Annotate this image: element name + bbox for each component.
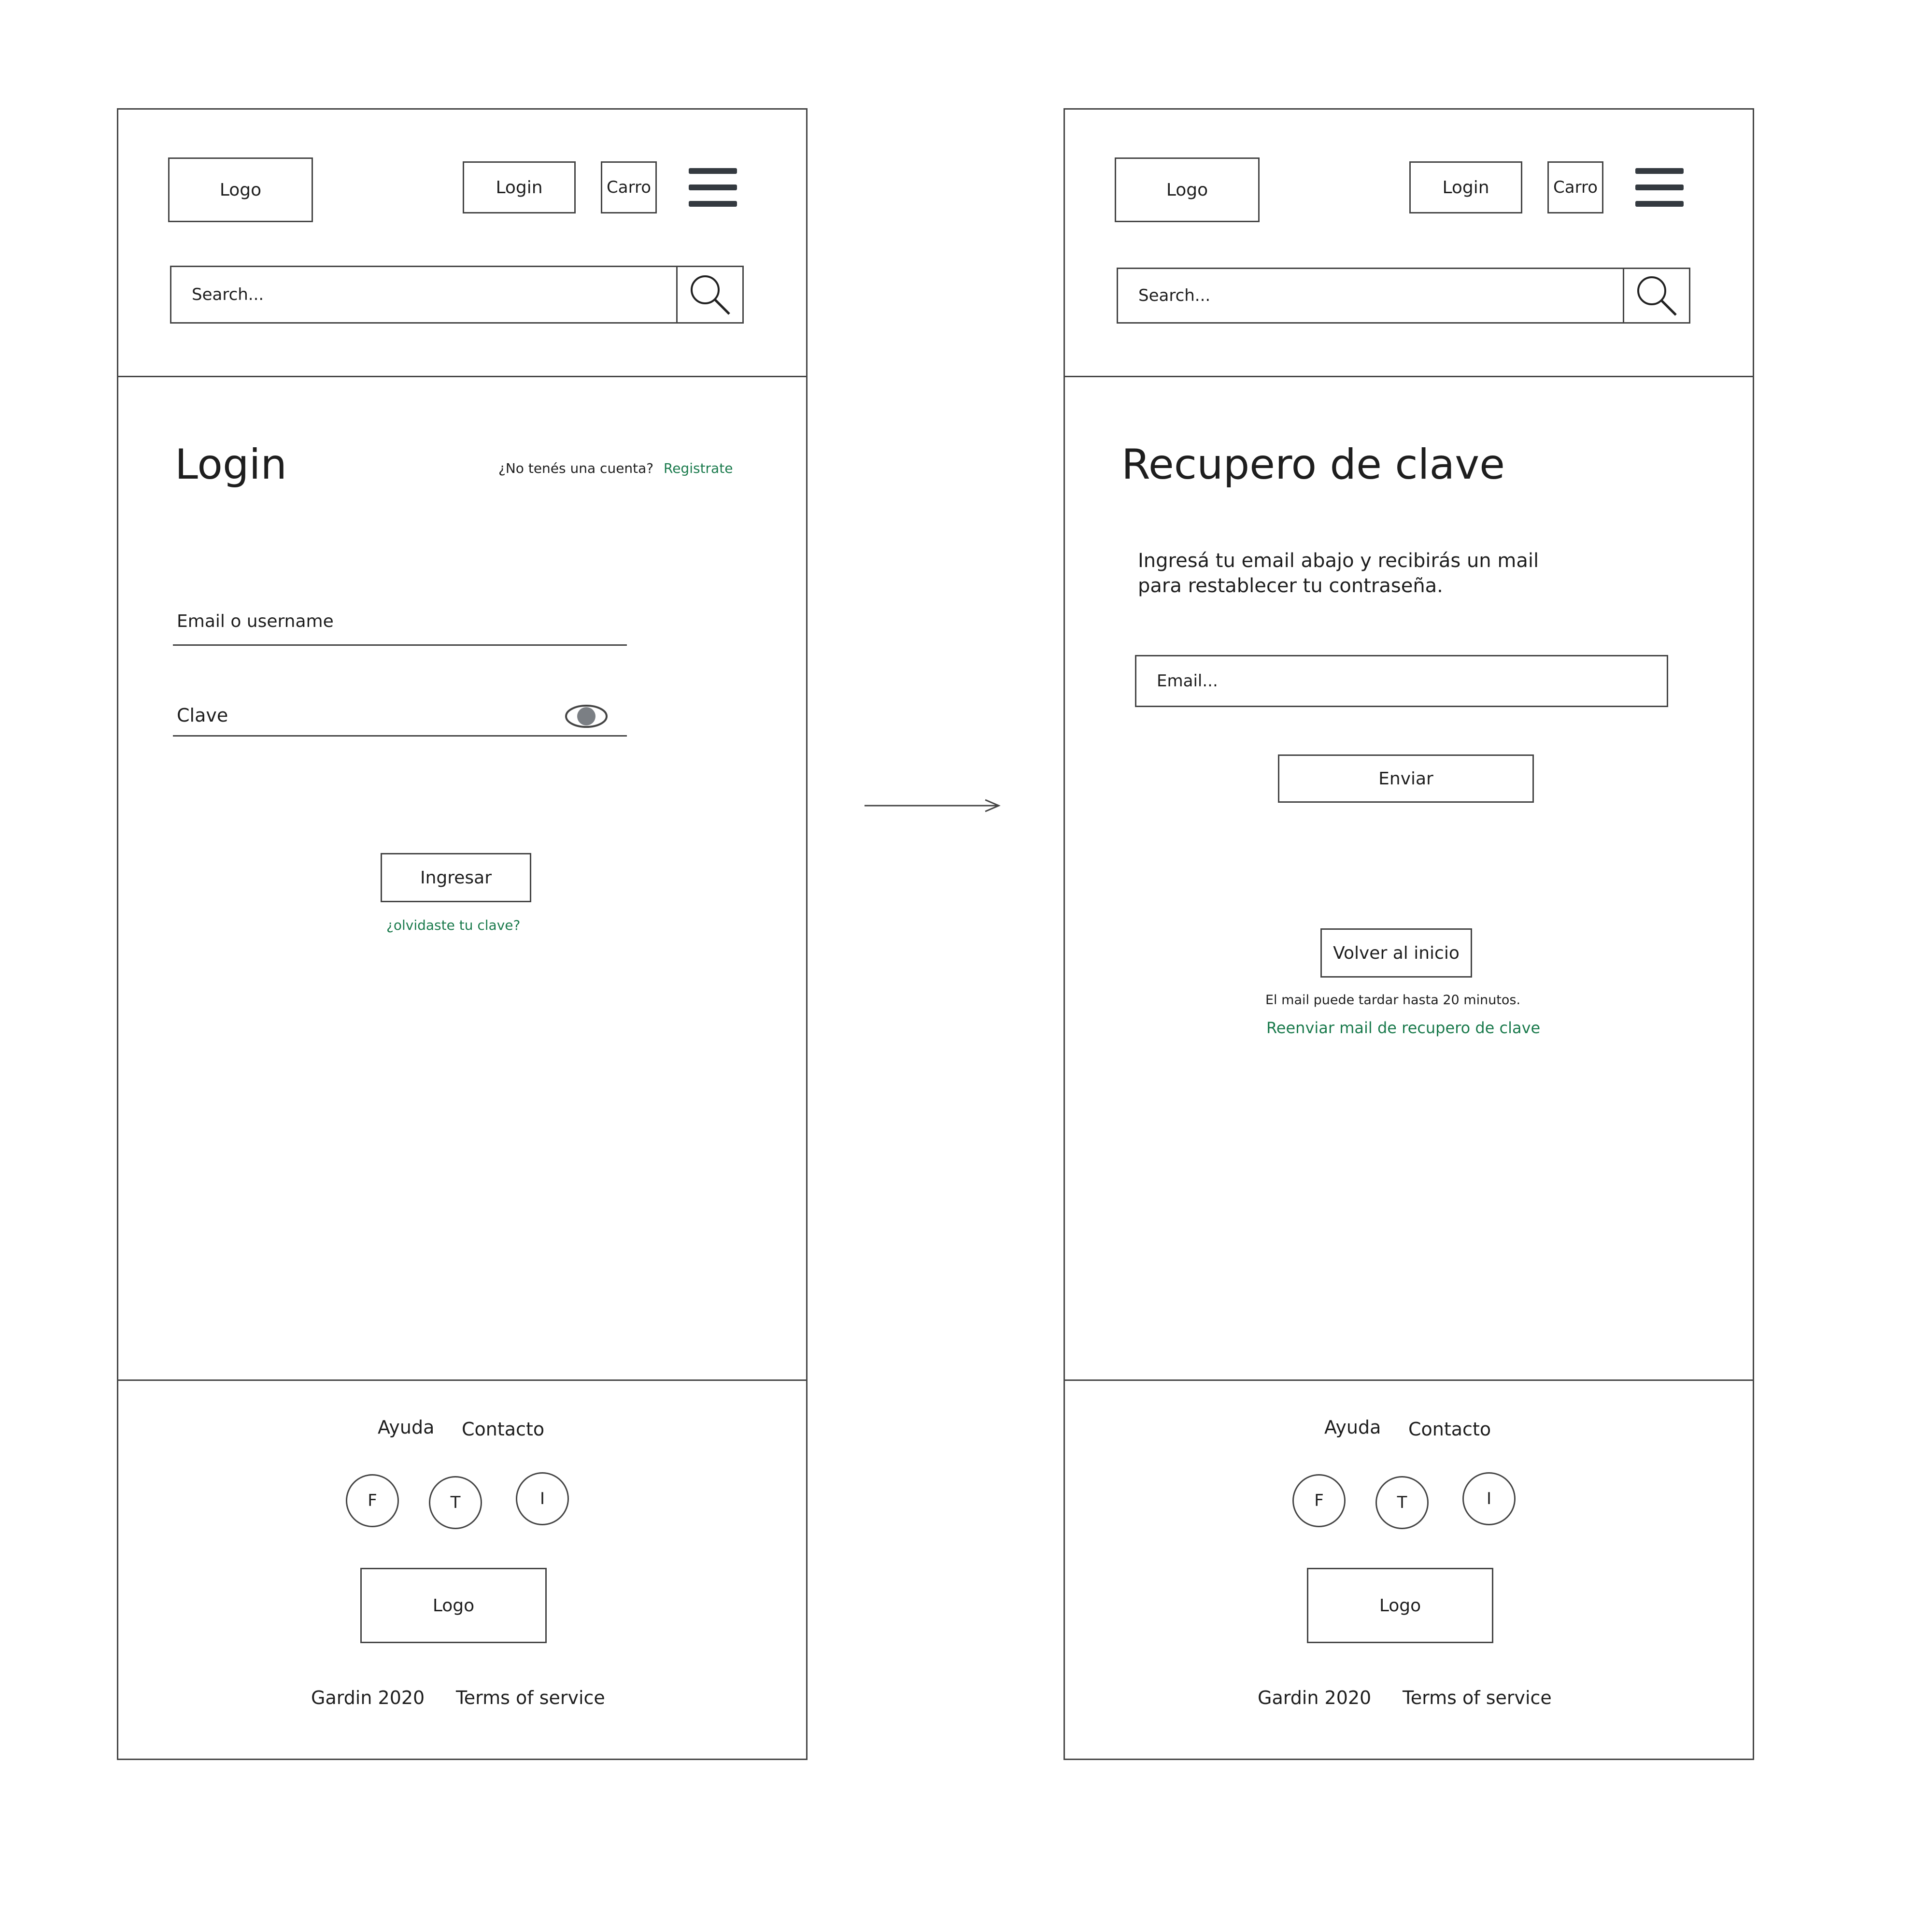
recovery-instruction-line1: Ingresá tu email abajo y recibirás un ma… — [1138, 550, 1539, 572]
footer-divider — [1063, 1379, 1754, 1381]
footer-divider — [117, 1379, 808, 1381]
search-icon — [1637, 276, 1677, 316]
header-logo-label: Logo — [219, 180, 262, 200]
header-login-label: Login — [1442, 177, 1489, 198]
send-button[interactable]: Enviar — [1278, 754, 1534, 803]
footer-help-link[interactable]: Ayuda — [378, 1415, 434, 1439]
twitter-label: T — [450, 1493, 461, 1512]
facebook-label: F — [368, 1491, 377, 1510]
footer-terms-link[interactable]: Terms of service — [456, 1686, 605, 1710]
instagram-icon[interactable]: I — [516, 1472, 569, 1525]
header-cart-label: Carro — [607, 178, 651, 197]
register-link[interactable]: Registrate — [664, 459, 733, 478]
search-button[interactable] — [676, 266, 744, 324]
page-title: Login — [175, 440, 287, 489]
back-home-button[interactable]: Volver al inicio — [1320, 928, 1472, 978]
instagram-label: I — [539, 1489, 545, 1508]
flow-arrow-icon — [865, 799, 1001, 812]
email-field-label: Email o username — [177, 611, 334, 631]
facebook-icon[interactable]: F — [1292, 1474, 1346, 1527]
header-divider — [117, 376, 808, 377]
header-logo-label: Logo — [1166, 180, 1208, 200]
search-input[interactable]: Search... — [1117, 268, 1625, 324]
email-field[interactable] — [173, 644, 627, 646]
send-button-label: Enviar — [1378, 768, 1433, 789]
instagram-icon[interactable]: I — [1462, 1472, 1516, 1525]
footer-help-link[interactable]: Ayuda — [1324, 1415, 1381, 1439]
search-input[interactable]: Search... — [170, 266, 678, 324]
eye-icon[interactable] — [564, 702, 609, 730]
submit-button[interactable]: Ingresar — [381, 853, 531, 902]
recovery-instruction-line2: para restablecer tu contraseña. — [1138, 575, 1443, 597]
password-field[interactable] — [173, 735, 627, 737]
header-logo[interactable]: Logo — [168, 157, 313, 222]
recovery-email-input[interactable]: Email... — [1135, 655, 1668, 707]
back-home-button-label: Volver al inicio — [1333, 943, 1460, 963]
footer-copyright: Gardin 2020 — [1258, 1687, 1372, 1708]
facebook-icon[interactable]: F — [346, 1474, 399, 1527]
hamburger-menu-icon[interactable] — [689, 168, 737, 207]
footer-copyright: Gardin 2020 — [311, 1687, 425, 1708]
recovery-email-placeholder: Email... — [1157, 671, 1218, 691]
header-login-label: Login — [496, 177, 543, 198]
header-logo[interactable]: Logo — [1115, 157, 1260, 222]
resend-link[interactable]: Reenviar mail de recupero de clave — [1266, 1017, 1540, 1038]
forgot-password-link[interactable]: ¿olvidaste tu clave? — [386, 916, 520, 935]
delay-note: El mail puede tardar hasta 20 minutos. — [1265, 993, 1521, 1008]
footer-logo-label: Logo — [1379, 1595, 1421, 1616]
instagram-label: I — [1486, 1489, 1492, 1508]
footer-contact-link[interactable]: Contacto — [1408, 1417, 1491, 1441]
password-field-label: Clave — [177, 705, 228, 726]
header-login-button[interactable]: Login — [463, 161, 576, 213]
submit-button-label: Ingresar — [420, 867, 492, 888]
footer-logo: Logo — [1307, 1568, 1493, 1643]
facebook-label: F — [1314, 1491, 1324, 1510]
twitter-icon[interactable]: T — [1375, 1476, 1429, 1529]
search-placeholder: Search... — [1138, 286, 1211, 305]
footer-contact-link[interactable]: Contacto — [462, 1417, 544, 1441]
recovery-screen: Logo Login Carro Search... Recupero de c… — [1063, 108, 1754, 1760]
login-screen: Logo Login Carro Search... Login ¿No ten… — [117, 108, 808, 1760]
twitter-icon[interactable]: T — [429, 1476, 482, 1529]
footer-terms-link[interactable]: Terms of service — [1403, 1686, 1552, 1710]
no-account-prompt: ¿No tenés una cuenta? — [498, 460, 654, 476]
hamburger-menu-icon[interactable] — [1635, 168, 1684, 207]
header-divider — [1063, 376, 1754, 377]
twitter-label: T — [1397, 1493, 1407, 1512]
header-login-button[interactable]: Login — [1409, 161, 1522, 213]
footer-logo: Logo — [360, 1568, 547, 1643]
footer-logo-label: Logo — [432, 1595, 475, 1616]
search-button[interactable] — [1623, 268, 1690, 324]
search-icon — [691, 275, 730, 315]
header-cart-label: Carro — [1553, 178, 1598, 197]
page-title: Recupero de clave — [1121, 440, 1505, 489]
search-placeholder: Search... — [192, 285, 264, 304]
header-cart-button[interactable]: Carro — [601, 161, 657, 213]
header-cart-button[interactable]: Carro — [1547, 161, 1603, 213]
